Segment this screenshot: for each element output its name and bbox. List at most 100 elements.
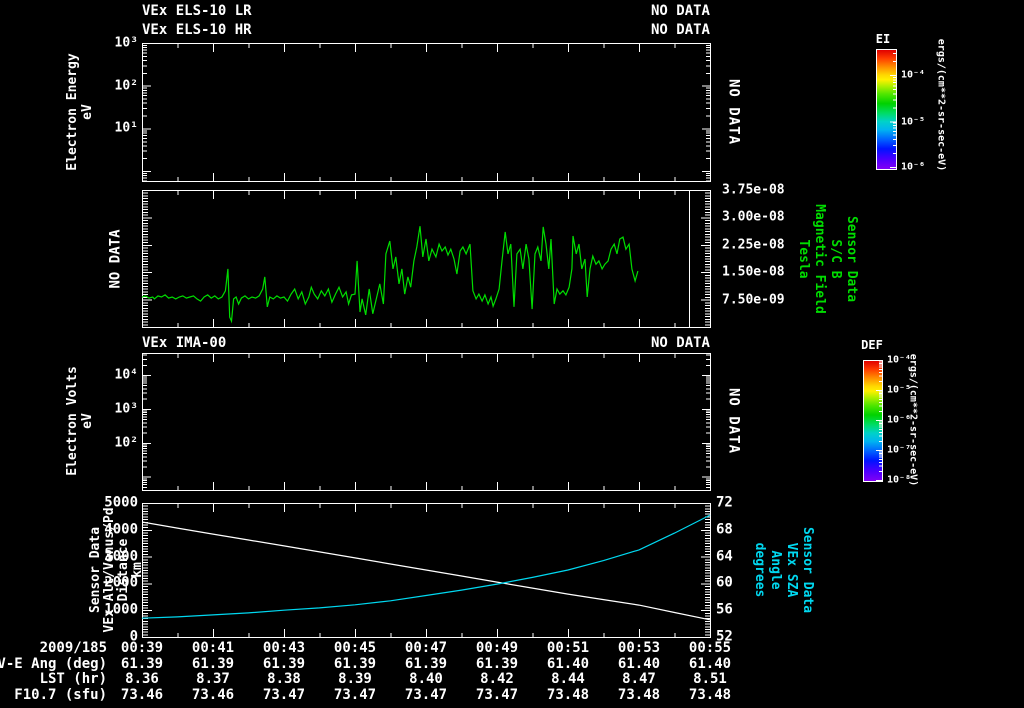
els-lr-status: NO DATA <box>650 3 710 19</box>
row-value: 61.39 <box>475 656 519 672</box>
orbit-left-label-line: km <box>130 562 145 578</box>
ima-ytick-label: 10³ <box>114 401 138 417</box>
els-colorbar-tick-label: 10⁻⁴ <box>901 69 926 81</box>
orbit-right-tick-label: 68 <box>716 521 733 538</box>
orbit-right-label-line: Sensor Data <box>800 526 815 614</box>
row-value: 61.40 <box>688 656 732 672</box>
ima-spectrogram-panel <box>142 353 711 491</box>
row-value: 8.40 <box>409 671 443 687</box>
els-ylabel-line: Electron Energy <box>65 53 80 171</box>
els-hr-status: NO DATA <box>650 22 710 38</box>
els-spectrogram-panel <box>142 43 711 182</box>
row-value: 8.39 <box>338 671 372 687</box>
row-value: 73.48 <box>688 687 732 703</box>
row-value: 8.51 <box>693 671 727 687</box>
vex-browse-plot-screen: VEx ELS-10 LR VEx ELS-10 HR NO DATA NO D… <box>0 0 1024 708</box>
row-value: 8.42 <box>480 671 514 687</box>
time-label: 00:51 <box>546 640 590 656</box>
orbit-right-tick-label: 60 <box>716 574 733 591</box>
ima-ylabel: Electron Volts eV <box>65 366 95 476</box>
els-ytick-label: 10³ <box>114 35 138 51</box>
time-label: 00:41 <box>191 640 235 656</box>
orbit-right-tick-label: 72 <box>716 494 733 511</box>
mag-ytick-label: 3.00e-08 <box>722 209 785 225</box>
orbit-left-label-line: VEx Alt/Venus/Pd <box>102 507 117 633</box>
row-value: 73.48 <box>546 687 590 703</box>
els-colorbar-title: EI <box>875 32 891 46</box>
mag-right-label-line: Sensor Data <box>844 215 859 303</box>
row-value: 73.47 <box>404 687 448 703</box>
orbit-right-label-line: Angle <box>768 550 783 590</box>
mag-ytick-label: 7.50e-09 <box>722 292 785 308</box>
row-value: 8.36 <box>125 671 159 687</box>
ima-colorbar-tick-label: 10⁻⁸ <box>887 474 912 486</box>
row-value: 73.46 <box>120 687 164 703</box>
row-value: 61.39 <box>120 656 164 672</box>
time-label: 00:49 <box>475 640 519 656</box>
mag-no-data-label-line: NO DATA <box>107 229 124 289</box>
mag-right-label: Sensor Data S/C B Magnetic Field Tesla <box>795 204 859 314</box>
time-label: 00:39 <box>120 640 164 656</box>
ima-colorbar-title: DEF <box>861 338 883 352</box>
els-ytick-label: 10¹ <box>114 120 138 136</box>
ima-colorbar-tick-label: 10⁻⁵ <box>887 384 912 396</box>
ima-ytick-label: 10⁴ <box>114 367 138 383</box>
row-value: 73.47 <box>262 687 306 703</box>
ima-ylabel-line: Electron Volts <box>65 366 80 476</box>
row-value: 8.47 <box>622 671 656 687</box>
ima-colorbar-tick-label: 10⁻⁶ <box>887 414 912 426</box>
mag-ytick-label: 2.25e-08 <box>722 237 785 253</box>
row-value: 8.38 <box>267 671 301 687</box>
orbit-right-label-line: degrees <box>752 542 767 598</box>
row-value: 61.39 <box>262 656 306 672</box>
row-value: 73.47 <box>475 687 519 703</box>
els-ytick-label: 10² <box>114 78 138 94</box>
els-colorbar-units-line: ergs/(cm**2-sr-sec-eV) <box>935 38 947 172</box>
orbit-panel <box>142 503 711 638</box>
orbit-right-label-line: VEx SZA <box>784 542 799 598</box>
ima-colorbar-tick-label: 10⁻⁴ <box>887 354 912 366</box>
row-value: 73.46 <box>191 687 235 703</box>
ima-title: VEx IMA-00 <box>142 335 227 351</box>
els-no-data-label: NO DATA <box>725 78 742 146</box>
els-ylabel: Electron Energy eV <box>65 53 95 170</box>
orbit-right-tick-label: 56 <box>716 601 733 618</box>
row-value: 61.39 <box>333 656 377 672</box>
time-label: 00:55 <box>688 640 732 656</box>
date-label: 2009/185 <box>39 640 107 656</box>
ima-no-data-label: NO DATA <box>725 387 742 455</box>
row-value: 61.39 <box>404 656 448 672</box>
magnetic-field-trace <box>142 226 639 324</box>
ima-colorbar-tick-label: 10⁻⁷ <box>887 444 912 456</box>
els-ylabel-line: eV <box>80 104 95 120</box>
ima-ylabel-line: eV <box>80 413 95 429</box>
els-colorbar-tick-label: 10⁻⁵ <box>901 116 926 127</box>
row-value: 8.37 <box>196 671 230 687</box>
time-label: 00:47 <box>404 640 448 656</box>
mag-right-label-line: Tesla <box>796 239 811 279</box>
orbit-left-label: Sensor Data VEx Alt/Venus/Pd Distance km <box>88 507 145 633</box>
altitude-trace <box>142 521 711 621</box>
row-label: LST (hr) <box>39 671 107 687</box>
mag-ytick-label: 3.75e-08 <box>722 182 785 198</box>
mag-ytick-label: 1.50e-08 <box>722 264 785 280</box>
time-label: 00:53 <box>617 640 661 656</box>
orbit-left-label-line: Sensor Data <box>88 526 103 614</box>
row-value: 61.40 <box>617 656 661 672</box>
magnetic-field-panel <box>142 190 711 328</box>
row-label: F10.7 (sfu) <box>14 687 107 703</box>
mag-no-data-label: NO DATA <box>107 229 124 289</box>
els-no-data-label-line: NO DATA <box>725 78 742 146</box>
orbit-right-label: Sensor Data VEx SZA Angle degrees <box>751 527 815 613</box>
mag-right-label-line: S/C B <box>828 239 843 279</box>
row-value: 73.48 <box>617 687 661 703</box>
row-label: V-E Ang (deg) <box>0 656 107 672</box>
ima-no-data-label-line: NO DATA <box>725 387 742 455</box>
time-label: 00:45 <box>333 640 377 656</box>
els-colorbar <box>876 49 897 170</box>
row-value: 61.39 <box>191 656 235 672</box>
ima-status: NO DATA <box>650 335 710 351</box>
row-value: 73.47 <box>333 687 377 703</box>
els-colorbar-tick-label: 10⁻⁶ <box>901 161 926 173</box>
els-colorbar-units: ergs/(cm**2-sr-sec-eV) <box>936 39 947 171</box>
